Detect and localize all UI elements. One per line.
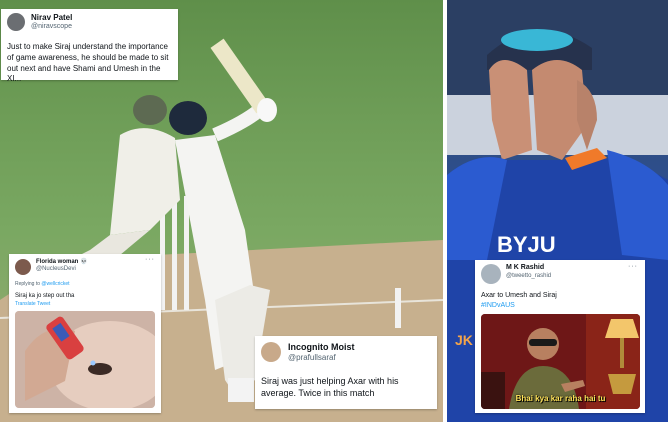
tweet-author-handle[interactable]: @niravscope — [31, 23, 72, 30]
tweet-author-name[interactable]: M K Rashid — [506, 264, 544, 271]
reply-to-link[interactable]: @wellcricket — [41, 281, 69, 287]
reply-prefix: Replying to — [15, 281, 42, 287]
far-stump — [395, 288, 401, 328]
avatar[interactable] — [261, 342, 281, 362]
tweet-media[interactable]: Bhai kya kar raha hai tu — [481, 314, 640, 409]
tweet-text: Siraj ka jo step out tha — [15, 293, 75, 299]
avatar[interactable] — [15, 259, 31, 275]
reply-context: Replying to @wellcricket — [15, 281, 70, 287]
translate-link[interactable]: Translate Tweet — [15, 301, 50, 307]
tweet-author-name[interactable]: Nirav Patel — [31, 13, 72, 22]
batting-glove — [257, 98, 277, 122]
tweet-media[interactable] — [15, 311, 155, 408]
sunglasses — [501, 29, 573, 51]
tweet-text: Siraj was just helping Axar with his ave… — [261, 376, 399, 398]
stump — [172, 198, 177, 310]
tweet-card-moist[interactable]: Incognito Moist @prafullsaraf Siraj was … — [255, 336, 437, 409]
batter-helmet — [169, 101, 207, 135]
more-options-icon[interactable]: ··· — [628, 263, 638, 270]
batter-shoe — [228, 378, 254, 402]
stump — [184, 196, 189, 310]
tweet-card-rashid[interactable]: M K Rashid @tweetto_rashid ··· Axar to U… — [475, 260, 645, 413]
tweet-author-name[interactable]: Incognito Moist — [288, 342, 355, 352]
tweet-text: Axar to Umesh and Siraj — [481, 292, 557, 299]
keeper-helmet — [133, 95, 167, 125]
tweet-author-handle[interactable]: @tweetto_rashid — [506, 273, 551, 279]
tweet-card-nirav[interactable]: Nirav Patel @niravscope Just to make Sir… — [1, 9, 178, 83]
eye-drops-image — [15, 311, 155, 408]
tweet-text: Just to make Siraj understand the import… — [7, 42, 169, 84]
keeper-body — [110, 128, 180, 235]
tweet-author-name[interactable]: Florida woman 💀 — [36, 258, 87, 265]
tweet-card-florida[interactable]: Florida woman 💀 @NucleusDevi ··· Replyin… — [9, 254, 161, 413]
meme-caption: Bhai kya kar raha hai tu — [515, 394, 606, 403]
jersey-sponsor: BYJU — [497, 232, 556, 257]
more-options-icon[interactable]: ··· — [145, 256, 155, 263]
hashtag-link[interactable]: #INDvAUS — [481, 301, 515, 310]
tweet-author-handle[interactable]: @prafullsaraf — [288, 353, 336, 362]
tweet-author-handle[interactable]: @NucleusDevi — [36, 266, 76, 272]
jersey-side-logo: JK — [455, 332, 473, 348]
avatar[interactable] — [7, 13, 25, 31]
avatar[interactable] — [481, 264, 501, 284]
